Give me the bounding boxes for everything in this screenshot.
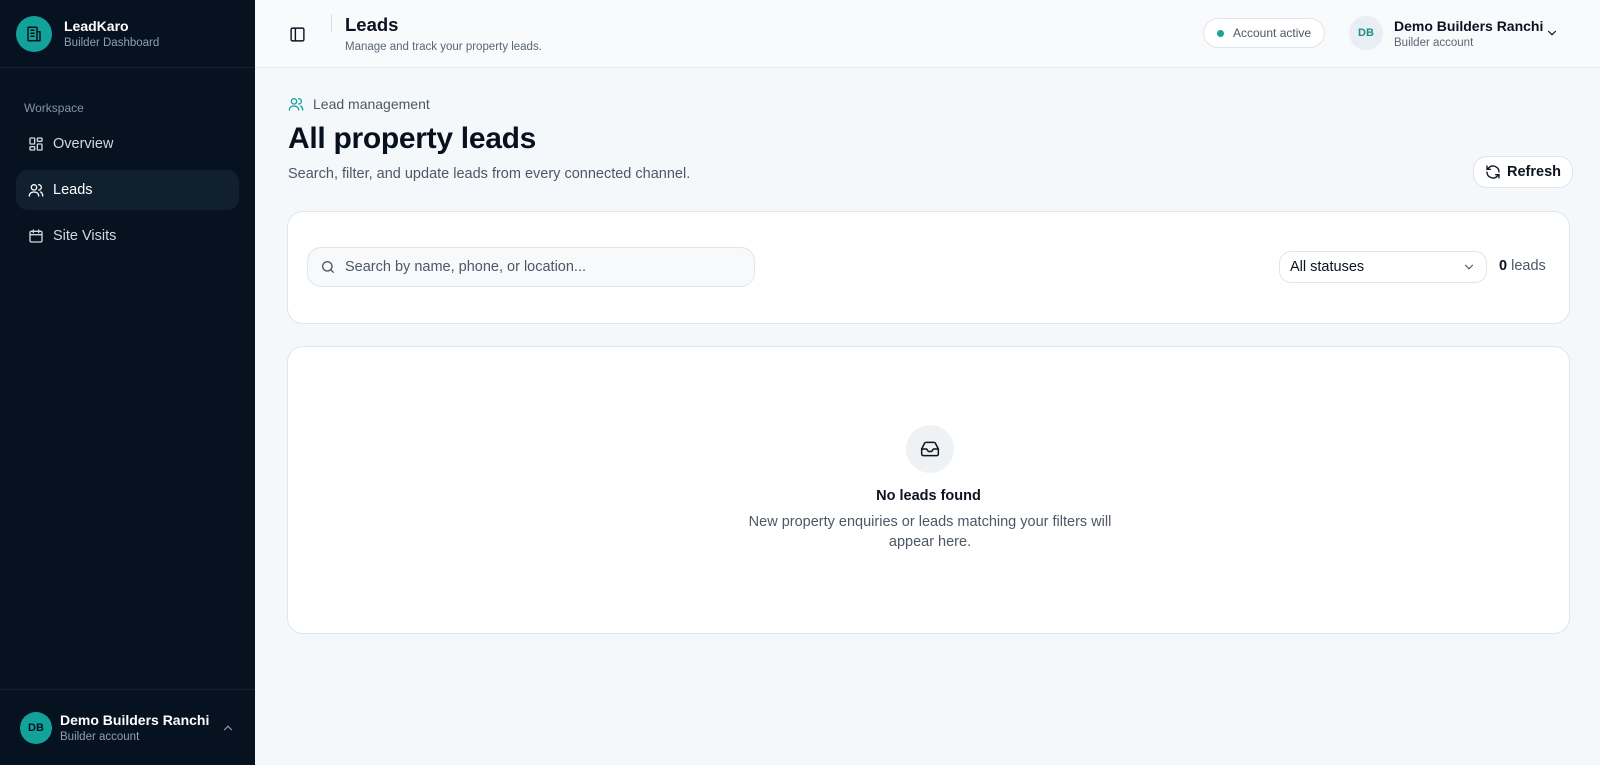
search-field[interactable] [307, 247, 755, 287]
panel-left-icon [289, 26, 305, 42]
refresh-button[interactable]: Refresh [1473, 156, 1573, 188]
search-icon [322, 261, 334, 273]
sidebar-item-overview[interactable]: Overview [16, 124, 239, 164]
main-content: Lead management All property leads Searc… [255, 68, 1600, 765]
status-dot-icon [1217, 29, 1224, 37]
user-name: Demo Builders Ranchi [60, 712, 210, 728]
brand: LeadKaro Builder Dashboard [0, 0, 255, 68]
header-user-menu[interactable]: DB Demo Builders Ranchi Builder account [1349, 16, 1543, 50]
section-title: All property leads [288, 122, 537, 155]
chevron-down-icon [1547, 30, 1557, 36]
sidebar: LeadKaro Builder Dashboard Workspace Ove… [0, 0, 255, 765]
sidebar-item-site-visits[interactable]: Site Visits [16, 216, 239, 256]
sidebar-section-label: Workspace [24, 101, 84, 115]
brand-name: LeadKaro [64, 18, 129, 34]
user-role: Builder account [1394, 36, 1474, 49]
refresh-label: Refresh [1507, 164, 1561, 180]
sidebar-nav: Overview Leads Site Visits [16, 124, 239, 262]
leads-list-card: No leads found New property enquiries or… [287, 346, 1570, 634]
top-header: Leads Manage and track your property lea… [255, 0, 1600, 68]
users-icon [28, 184, 44, 197]
status-badge: Account active [1203, 18, 1326, 48]
refresh-icon [1486, 165, 1500, 179]
user-name: Demo Builders Ranchi [1394, 17, 1544, 34]
sidebar-item-label: Leads [53, 182, 93, 198]
users-icon [288, 98, 304, 111]
status-filter-select[interactable]: All statuses [1279, 251, 1487, 283]
chevron-up-icon [223, 724, 233, 730]
section-description: Search, filter, and update leads from ev… [288, 166, 691, 182]
grid-icon [29, 137, 43, 151]
sidebar-item-leads[interactable]: Leads [16, 170, 239, 210]
filter-card: All statuses 0 leads [287, 211, 1570, 324]
sidebar-user-menu[interactable]: DB Demo Builders Ranchi Builder account [0, 689, 255, 765]
user-menu-chevron-button[interactable] [1545, 26, 1559, 45]
lead-count-number: 0 [1499, 258, 1508, 274]
calendar-icon [29, 229, 43, 243]
user-role: Builder account [60, 731, 140, 743]
empty-state-description: New property enquiries or leads matching… [748, 514, 1112, 550]
status-text: Account active [1233, 26, 1312, 40]
search-input[interactable] [345, 259, 742, 275]
sidebar-item-label: Site Visits [53, 228, 117, 244]
avatar: DB [1349, 16, 1383, 50]
chevron-down-icon [1464, 264, 1474, 270]
building-icon [16, 15, 52, 52]
lead-count: 0 leads [1499, 258, 1546, 274]
page-title: Leads [345, 14, 399, 35]
breadcrumb: Lead management [288, 96, 430, 112]
inbox-icon [906, 425, 954, 473]
lead-count-unit: leads [1511, 258, 1546, 274]
avatar: DB [20, 711, 52, 744]
status-filter-value: All statuses [1290, 259, 1365, 275]
sidebar-item-label: Overview [53, 136, 114, 152]
breadcrumb-label: Lead management [313, 96, 430, 112]
page-subtitle: Manage and track your property leads. [345, 41, 542, 53]
header-divider [331, 14, 332, 32]
brand-subtitle: Builder Dashboard [64, 37, 160, 49]
empty-state-title: No leads found [876, 488, 981, 504]
sidebar-toggle-button[interactable] [285, 22, 309, 46]
